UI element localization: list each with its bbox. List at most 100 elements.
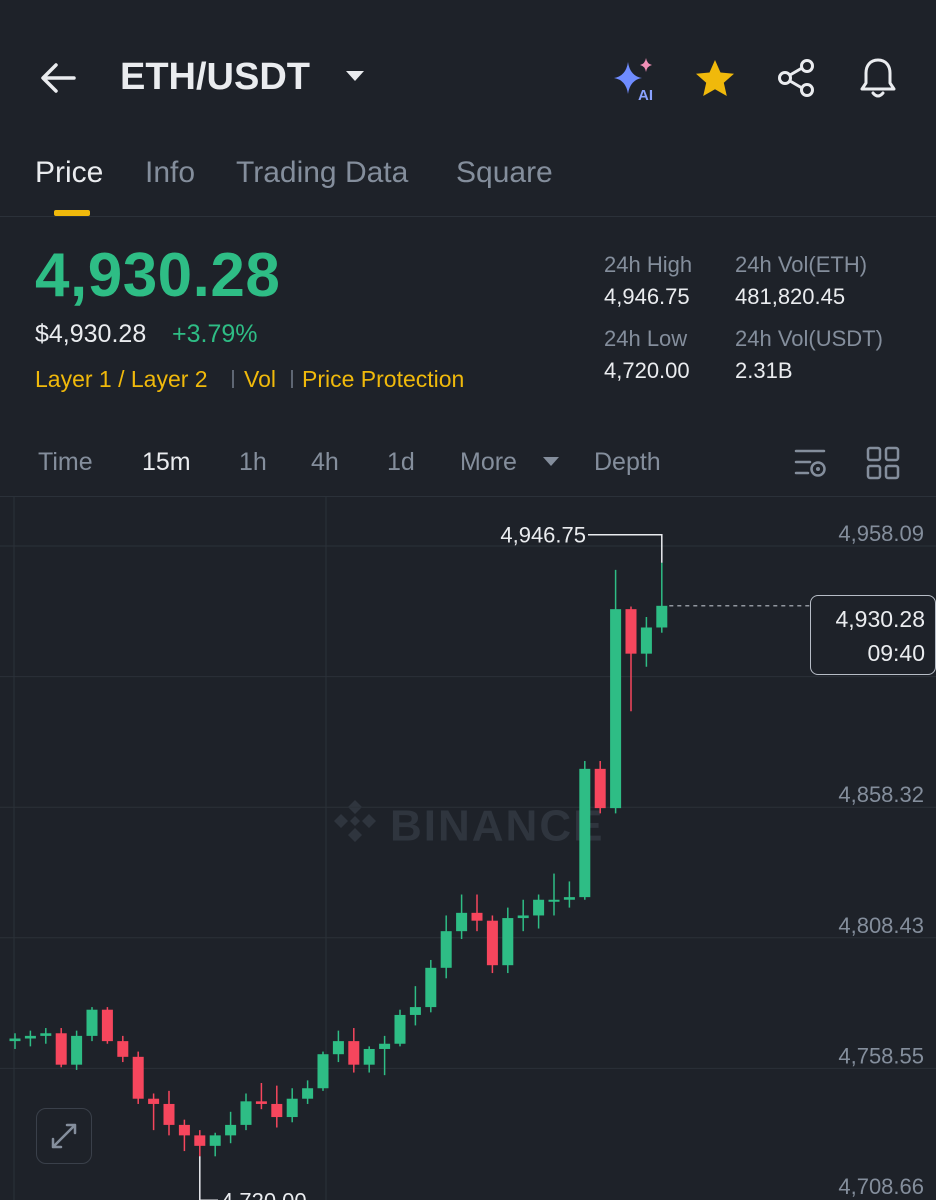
- stat-24h-vol-eth-label: 24h Vol(ETH): [735, 252, 868, 277]
- candle-body: [317, 1054, 329, 1089]
- candle: [317, 1051, 329, 1091]
- candle: [286, 1088, 298, 1123]
- candle-body: [425, 967, 437, 1008]
- alert-bell-icon[interactable]: [858, 56, 898, 100]
- y-tick-label: 4,708.66: [838, 1174, 924, 1199]
- fullscreen-expand-button[interactable]: [36, 1108, 92, 1164]
- candle-body: [533, 899, 545, 916]
- candle-body: [625, 609, 637, 654]
- tag-price-protection[interactable]: Price Protection: [302, 366, 464, 393]
- candle-body: [40, 1033, 52, 1036]
- candle: [425, 959, 437, 1013]
- candle: [348, 1028, 360, 1073]
- high-annotation-line: [588, 533, 663, 563]
- candle-body: [148, 1098, 160, 1104]
- layout-grid-icon[interactable]: [866, 446, 900, 480]
- expand-arrows-icon: [51, 1123, 77, 1149]
- candle-body: [194, 1135, 206, 1146]
- candle: [40, 1028, 52, 1044]
- favorite-star-icon[interactable]: [694, 58, 736, 98]
- candle-body: [240, 1101, 252, 1125]
- interval-depth[interactable]: Depth: [594, 448, 661, 477]
- stat-24h-high-value: 4,946.75: [604, 284, 690, 309]
- stat-24h-high-label: 24h High: [604, 252, 693, 277]
- high-annotation-label: 4,946.75: [500, 523, 586, 548]
- candle: [548, 873, 560, 916]
- candle: [533, 894, 545, 929]
- candle-body: [394, 1014, 406, 1044]
- candle: [594, 760, 606, 814]
- candle-body: [348, 1041, 360, 1065]
- interval-15m[interactable]: 15m: [142, 448, 191, 477]
- ai-sparkle-icon[interactable]: AI: [610, 54, 660, 104]
- tab-info[interactable]: Info: [145, 156, 195, 190]
- candle-body: [71, 1035, 83, 1065]
- candle-body: [24, 1035, 36, 1039]
- candle: [86, 1007, 98, 1042]
- stat-24h-vol-usdt-value: 2.31B: [735, 358, 793, 383]
- interval-1h[interactable]: 1h: [239, 448, 267, 477]
- candle: [163, 1090, 175, 1136]
- candle-body: [101, 1009, 113, 1042]
- tag-separator: [232, 370, 234, 388]
- candle: [625, 606, 637, 712]
- candle: [71, 1030, 83, 1070]
- candle-body: [409, 1007, 421, 1015]
- interval-more[interactable]: More: [460, 448, 517, 477]
- candle-body: [456, 912, 468, 932]
- y-tick-label: 4,808.43: [838, 913, 924, 938]
- candle-body: [271, 1103, 283, 1118]
- pair-dropdown-icon[interactable]: [344, 68, 366, 84]
- candle: [502, 907, 514, 974]
- indicator-settings-icon[interactable]: [794, 447, 830, 481]
- candle: [379, 1035, 391, 1076]
- candle-body: [640, 627, 652, 654]
- candles: [9, 562, 668, 1157]
- tab-price[interactable]: Price: [35, 156, 103, 190]
- tag-vol[interactable]: Vol: [244, 366, 276, 393]
- y-tick-label: 4,958.09: [838, 521, 924, 546]
- candle-body: [610, 609, 622, 809]
- candle-body: [302, 1088, 314, 1099]
- y-tick-label: 4,758.55: [838, 1043, 924, 1068]
- share-icon[interactable]: [776, 58, 816, 98]
- candlestick-chart[interactable]: 4,946.75 4,720.00 4,958.094,908.204,858.…: [0, 497, 936, 1200]
- interval-1d[interactable]: 1d: [387, 448, 415, 477]
- candle-body: [486, 920, 498, 966]
- interval-time[interactable]: Time: [38, 448, 93, 477]
- candle: [240, 1093, 252, 1131]
- tag-separator: [291, 370, 293, 388]
- last-price: 4,930.28: [35, 241, 281, 310]
- candle: [456, 894, 468, 940]
- candle: [471, 894, 483, 932]
- candle-body: [517, 915, 529, 919]
- candle: [225, 1111, 237, 1144]
- candle-body: [117, 1041, 129, 1057]
- last-price-marker[interactable]: 4,930.28 09:40: [810, 595, 936, 675]
- candle-body: [9, 1038, 21, 1042]
- candle-body: [548, 899, 560, 902]
- stat-24h-vol-eth-value: 481,820.45: [735, 284, 846, 309]
- price-change-percent: +3.79%: [172, 320, 258, 348]
- candle-body: [55, 1033, 67, 1065]
- tag-layer[interactable]: Layer 1 / Layer 2: [35, 366, 208, 393]
- last-price-marker-value: 4,930.28: [835, 606, 925, 632]
- candle: [579, 760, 591, 900]
- candle: [332, 1030, 344, 1063]
- candle-body: [471, 912, 483, 921]
- tab-square[interactable]: Square: [456, 156, 553, 190]
- candle: [394, 1009, 406, 1047]
- back-arrow-icon[interactable]: [38, 58, 78, 98]
- candle-body: [209, 1135, 221, 1146]
- candle-body: [225, 1124, 237, 1136]
- chart-annotations: 4,946.75 4,720.00: [199, 523, 810, 1200]
- candle: [9, 1033, 21, 1049]
- candle-body: [332, 1041, 344, 1055]
- pair-title[interactable]: ETH/USDT: [120, 56, 310, 99]
- candle: [610, 569, 622, 814]
- last-price-marker-time: 09:40: [867, 640, 925, 666]
- interval-4h[interactable]: 4h: [311, 448, 339, 477]
- more-dropdown-icon[interactable]: [542, 456, 560, 468]
- candle-body: [178, 1124, 190, 1136]
- tab-trading-data[interactable]: Trading Data: [236, 156, 408, 190]
